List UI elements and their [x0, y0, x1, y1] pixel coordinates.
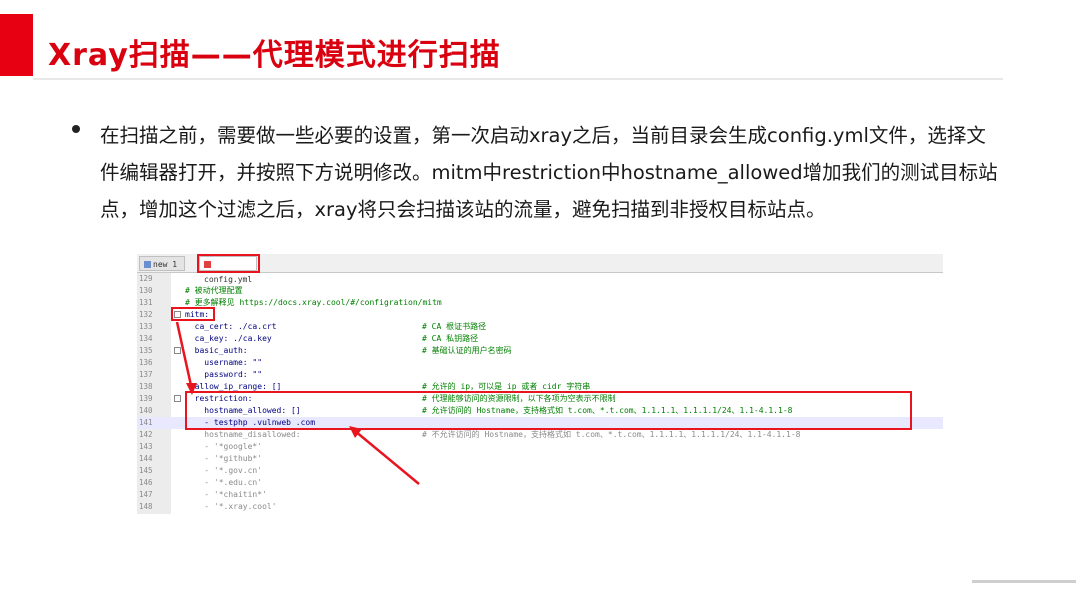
title-divider [33, 78, 1003, 80]
fold-toggle-icon[interactable] [174, 347, 181, 354]
arrow-head-icon [186, 383, 197, 395]
slide-title: Xray扫描——代理模式进行扫描 [48, 38, 501, 73]
arrow-mitm-to-restriction [175, 321, 194, 391]
fold-toggle-icon[interactable] [174, 395, 181, 402]
title-accent-bar [0, 14, 33, 76]
footer-divider [972, 580, 1076, 583]
arrow-to-testphp [354, 430, 420, 485]
fold-toggle-icon[interactable] [174, 311, 181, 318]
bullet-text: 在扫描之前，需要做一些必要的设置，第一次启动xray之后，当前目录会生成conf… [100, 124, 998, 221]
editor-screenshot: new 1 config.yml 129 130 # 被动代理配置 131 # 更多解释… [137, 254, 943, 514]
bullet-dot-icon [72, 125, 80, 133]
arrow-annotations [175, 321, 420, 485]
